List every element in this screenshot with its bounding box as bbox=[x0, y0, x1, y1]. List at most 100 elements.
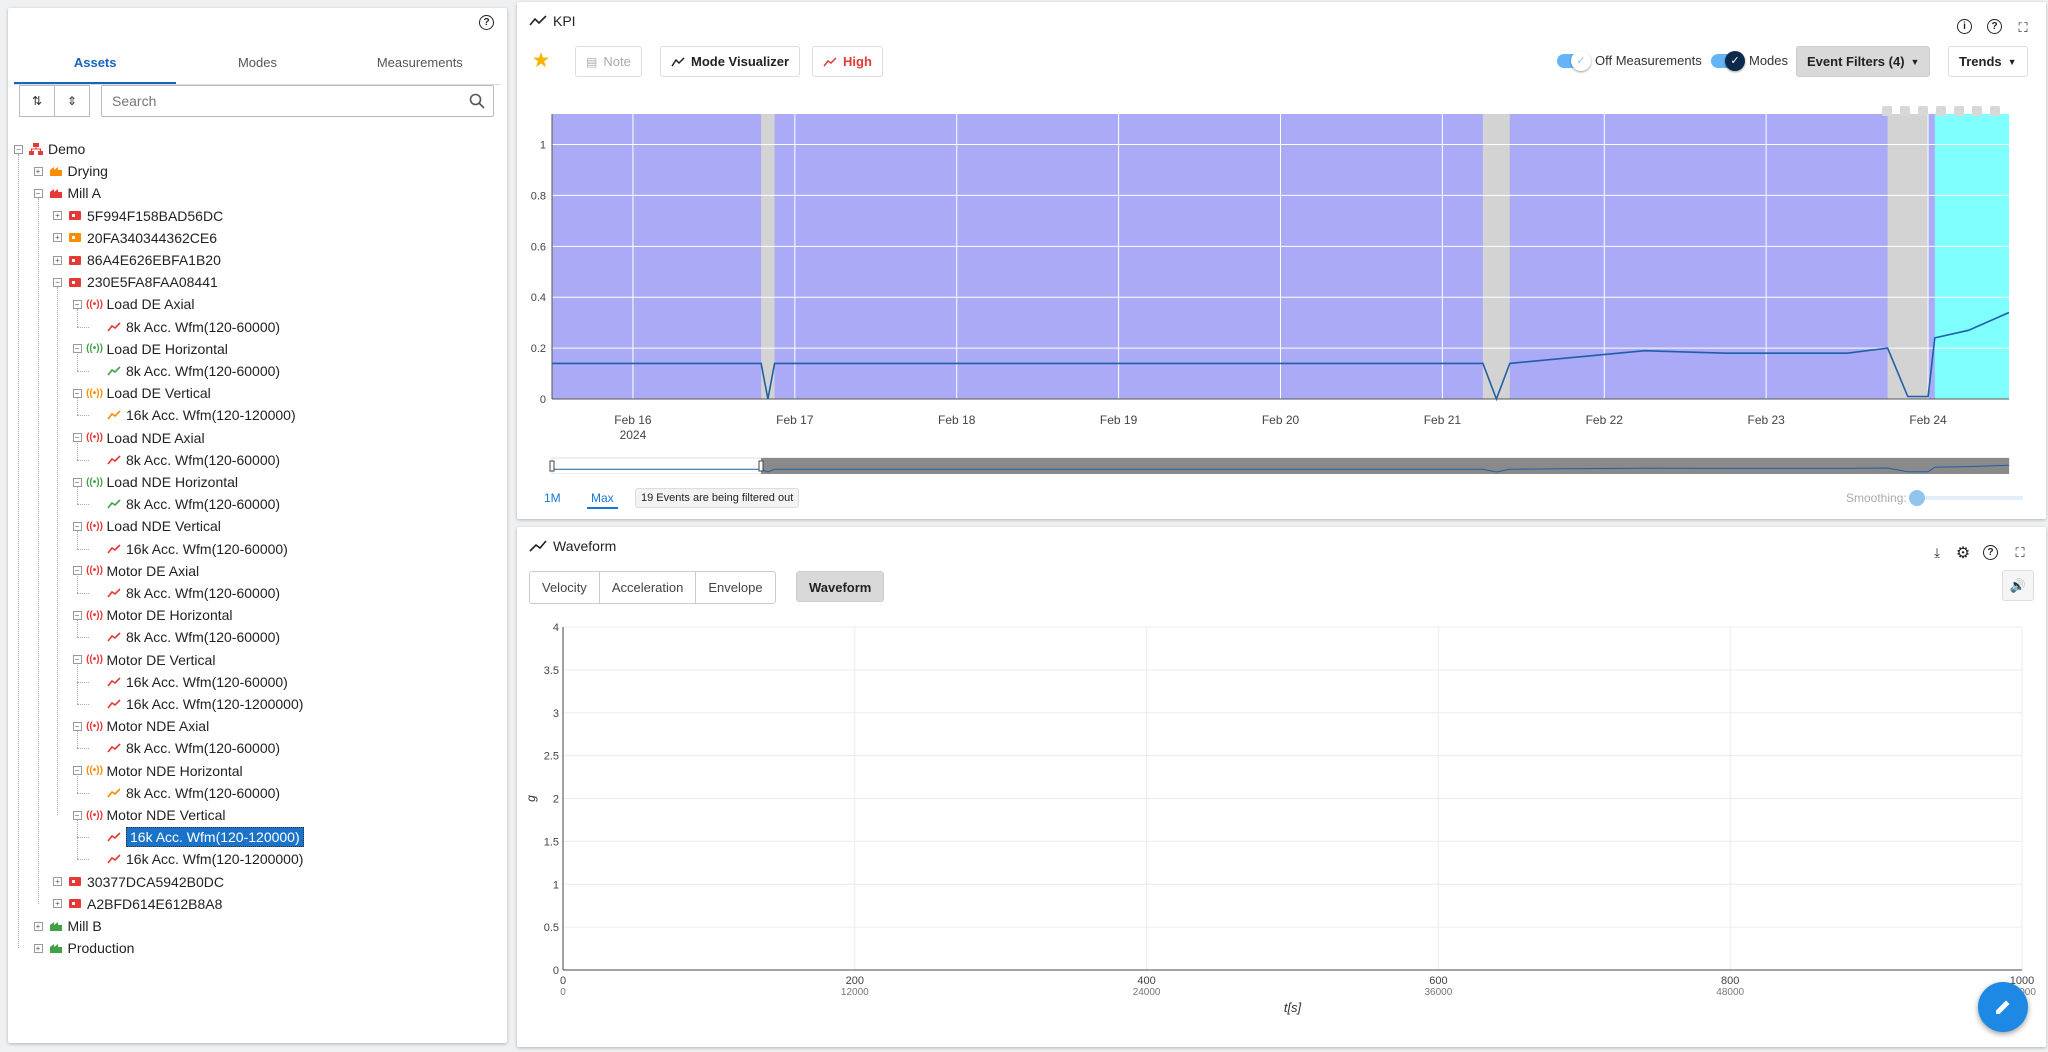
collapse-icon[interactable]: − bbox=[53, 277, 62, 287]
collapse-icon[interactable]: − bbox=[72, 766, 82, 776]
tree-node[interactable]: − 230E5FA8FAA08441 bbox=[53, 272, 218, 292]
toggle-switch[interactable]: ✓ bbox=[1557, 50, 1591, 71]
gear-icon[interactable]: ⚙ bbox=[1954, 544, 1972, 562]
event-filters-dropdown[interactable]: Event Filters (4) ▼ bbox=[1796, 46, 1931, 77]
tree-measurement-item[interactable]: 16k Acc. Wfm(120-120000) bbox=[92, 405, 296, 425]
mode-visualizer-button[interactable]: Mode Visualizer bbox=[660, 46, 801, 77]
collapse-all-button[interactable]: ⇅ bbox=[19, 85, 55, 117]
collapse-icon[interactable]: − bbox=[72, 610, 82, 620]
tree-node[interactable]: − Mill A bbox=[33, 183, 101, 203]
tree-guide-line bbox=[76, 459, 89, 461]
search-icon[interactable] bbox=[469, 93, 485, 109]
tree-node[interactable]: − ((•)) Motor NDE Axial bbox=[72, 716, 209, 736]
off-measurements-toggle[interactable]: ✓ Off Measurements bbox=[1557, 50, 1702, 71]
tree-node[interactable]: − ((•)) Load NDE Vertical bbox=[72, 516, 221, 536]
collapse-icon[interactable]: − bbox=[72, 810, 82, 820]
slider-thumb[interactable] bbox=[1909, 490, 1925, 506]
expand-icon[interactable]: + bbox=[53, 899, 62, 909]
tree-node[interactable]: + A2BFD614E612B8A8 bbox=[53, 894, 222, 914]
tab-measurements[interactable]: Measurements bbox=[339, 43, 501, 84]
tab-assets[interactable]: Assets bbox=[14, 43, 177, 84]
expand-icon[interactable]: + bbox=[53, 233, 62, 243]
collapse-icon[interactable]: − bbox=[72, 477, 82, 487]
tree-node[interactable]: − ((•)) Motor DE Axial bbox=[72, 561, 199, 581]
tab-envelope[interactable]: Envelope bbox=[696, 572, 774, 603]
high-button[interactable]: High bbox=[812, 46, 883, 77]
collapse-icon[interactable]: − bbox=[72, 655, 82, 665]
tree-node[interactable]: +5F994F158BAD56DC bbox=[53, 206, 223, 226]
expand-icon[interactable]: + bbox=[33, 921, 43, 931]
tree-node[interactable]: − ((•)) Load DE Vertical bbox=[72, 383, 211, 403]
tree-guide-line bbox=[76, 504, 89, 506]
tree-node[interactable]: + Mill B bbox=[33, 916, 102, 936]
fullscreen-icon[interactable]: ⛶ bbox=[2011, 544, 2029, 562]
tree-node[interactable]: − ((•)) Motor NDE Horizontal bbox=[72, 761, 243, 781]
tree-measurement-item[interactable]: 16k Acc. Wfm(120-1200000) bbox=[92, 849, 303, 869]
tree-node[interactable]: +20FA340344362CE6 bbox=[53, 228, 217, 248]
collapse-icon[interactable]: − bbox=[14, 144, 23, 154]
edit-button[interactable] bbox=[1978, 982, 2028, 1032]
tree-measurement-item[interactable]: 16k Acc. Wfm(120-60000) bbox=[92, 672, 288, 692]
kpi-chart[interactable]: 0 0.2 0.4 0.6 0.8 1 Feb 162024 Feb 17 Feb 18 Feb … bbox=[517, 74, 2046, 474]
range-1m-button[interactable]: 1M bbox=[544, 491, 561, 505]
search-input[interactable] bbox=[102, 86, 493, 116]
collapse-icon[interactable]: − bbox=[33, 188, 43, 198]
tree-node-label: 30377DCA5942B0DC bbox=[87, 873, 224, 890]
help-icon[interactable]: ? bbox=[1987, 19, 2002, 34]
collapse-icon[interactable]: − bbox=[72, 433, 82, 443]
tree-measurement-item[interactable]: 8k Acc. Wfm(120-60000) bbox=[92, 738, 280, 758]
tree-measurement-item[interactable]: 8k Acc. Wfm(120-60000) bbox=[92, 783, 280, 803]
expand-icon[interactable]: + bbox=[33, 166, 43, 176]
range-max-button[interactable]: Max bbox=[587, 491, 618, 509]
collapse-icon[interactable]: − bbox=[72, 344, 82, 354]
download-icon[interactable]: ⤓ bbox=[1928, 544, 1946, 562]
tree-measurement-item[interactable]: 8k Acc. Wfm(120-60000) bbox=[92, 627, 280, 647]
audio-button[interactable]: 🔊 bbox=[2002, 570, 2034, 601]
expand-all-button[interactable]: ⇕ bbox=[54, 85, 90, 117]
tree-node[interactable]: + Production bbox=[33, 938, 134, 958]
tab-waveform[interactable]: Waveform bbox=[796, 571, 885, 602]
tree-node[interactable]: − Demo bbox=[14, 139, 85, 159]
collapse-icon[interactable]: − bbox=[72, 388, 82, 398]
tree-measurement-item[interactable]: 16k Acc. Wfm(120-120000) bbox=[92, 827, 304, 848]
expand-icon[interactable]: + bbox=[53, 255, 62, 265]
tree-node[interactable]: + Drying bbox=[33, 161, 108, 181]
tree-node[interactable]: − ((•)) Load DE Axial bbox=[72, 294, 194, 314]
tree-measurement-item[interactable]: 8k Acc. Wfm(120-60000) bbox=[92, 583, 280, 603]
trends-dropdown[interactable]: Trends ▼ bbox=[1948, 46, 2028, 77]
smoothing-slider[interactable] bbox=[1909, 490, 2023, 506]
star-icon[interactable]: ★ bbox=[532, 49, 551, 72]
toggle-switch[interactable]: ✓ bbox=[1711, 50, 1745, 71]
collapse-icon[interactable]: − bbox=[72, 566, 82, 576]
collapse-icon[interactable]: − bbox=[72, 521, 82, 531]
tree-measurement-item[interactable]: 8k Acc. Wfm(120-60000) bbox=[92, 450, 280, 470]
collapse-icon[interactable]: − bbox=[72, 721, 82, 731]
expand-icon[interactable]: + bbox=[53, 877, 62, 887]
collapse-icon[interactable]: − bbox=[72, 299, 82, 309]
modes-toggle[interactable]: ✓ Modes bbox=[1711, 50, 1788, 71]
expand-icon[interactable]: + bbox=[53, 211, 62, 221]
tree-measurement-item[interactable]: 8k Acc. Wfm(120-60000) bbox=[92, 317, 280, 337]
tree-node[interactable]: − ((•)) Load DE Horizontal bbox=[72, 339, 228, 359]
tab-velocity[interactable]: Velocity bbox=[530, 572, 600, 603]
waveform-chart[interactable]: 00.511.522.533.5400200120004002400060036… bbox=[517, 605, 2046, 1045]
tab-acceleration[interactable]: Acceleration bbox=[600, 572, 697, 603]
tree-node[interactable]: − ((•)) Load NDE Horizontal bbox=[72, 472, 238, 492]
fullscreen-icon[interactable]: ⛶ bbox=[2014, 19, 2032, 37]
info-icon[interactable]: i bbox=[1957, 19, 1972, 34]
tree-node[interactable]: − ((•)) Motor DE Vertical bbox=[72, 650, 215, 670]
help-icon[interactable]: ? bbox=[479, 15, 494, 30]
tree-node[interactable]: − ((•)) Load NDE Axial bbox=[72, 428, 205, 448]
help-icon[interactable]: ? bbox=[1983, 545, 1998, 560]
expand-icon[interactable]: + bbox=[33, 943, 43, 953]
tab-modes[interactable]: Modes bbox=[176, 43, 338, 84]
note-button[interactable]: ▤ Note bbox=[575, 46, 642, 77]
tree-measurement-item[interactable]: 16k Acc. Wfm(120-1200000) bbox=[92, 694, 303, 714]
tree-node[interactable]: +86A4E626EBFA1B20 bbox=[53, 250, 221, 270]
tree-node[interactable]: − ((•)) Motor NDE Vertical bbox=[72, 805, 226, 825]
tree-measurement-item[interactable]: 16k Acc. Wfm(120-60000) bbox=[92, 539, 288, 559]
tree-node[interactable]: +30377DCA5942B0DC bbox=[53, 872, 224, 892]
tree-node[interactable]: − ((•)) Motor DE Horizontal bbox=[72, 605, 233, 625]
tree-measurement-item[interactable]: 8k Acc. Wfm(120-60000) bbox=[92, 361, 280, 381]
tree-measurement-item[interactable]: 8k Acc. Wfm(120-60000) bbox=[92, 494, 280, 514]
